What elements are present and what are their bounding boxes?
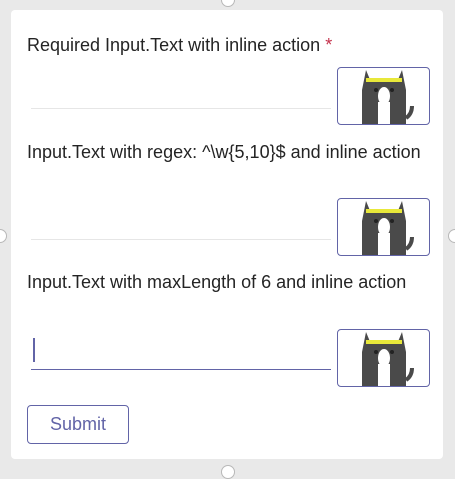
resize-handle-left[interactable] bbox=[0, 229, 7, 243]
text-input-maxlength[interactable] bbox=[31, 333, 331, 370]
resize-handle-bottom[interactable] bbox=[221, 465, 235, 479]
inline-action-button-3[interactable] bbox=[337, 329, 430, 387]
submit-button[interactable]: Submit bbox=[27, 405, 129, 444]
resize-handle-right[interactable] bbox=[448, 229, 455, 243]
text-input-required[interactable] bbox=[31, 72, 331, 109]
text-input-regex[interactable] bbox=[31, 203, 331, 240]
inline-action-button-1[interactable] bbox=[337, 67, 430, 125]
cat-image-icon bbox=[361, 332, 414, 386]
required-asterisk: * bbox=[325, 35, 333, 55]
field-label-regex: Input.Text with regex: ^\w{5,10}$ and in… bbox=[27, 142, 421, 162]
cat-image-icon bbox=[361, 70, 414, 124]
field-label-maxlength: Input.Text with maxLength of 6 and inlin… bbox=[27, 272, 407, 292]
text-caret bbox=[33, 338, 35, 362]
field-label-required: Required Input.Text with inline action * bbox=[27, 35, 333, 55]
cat-image-icon bbox=[361, 201, 414, 255]
resize-handle-top[interactable] bbox=[221, 0, 235, 7]
inline-action-button-2[interactable] bbox=[337, 198, 430, 256]
